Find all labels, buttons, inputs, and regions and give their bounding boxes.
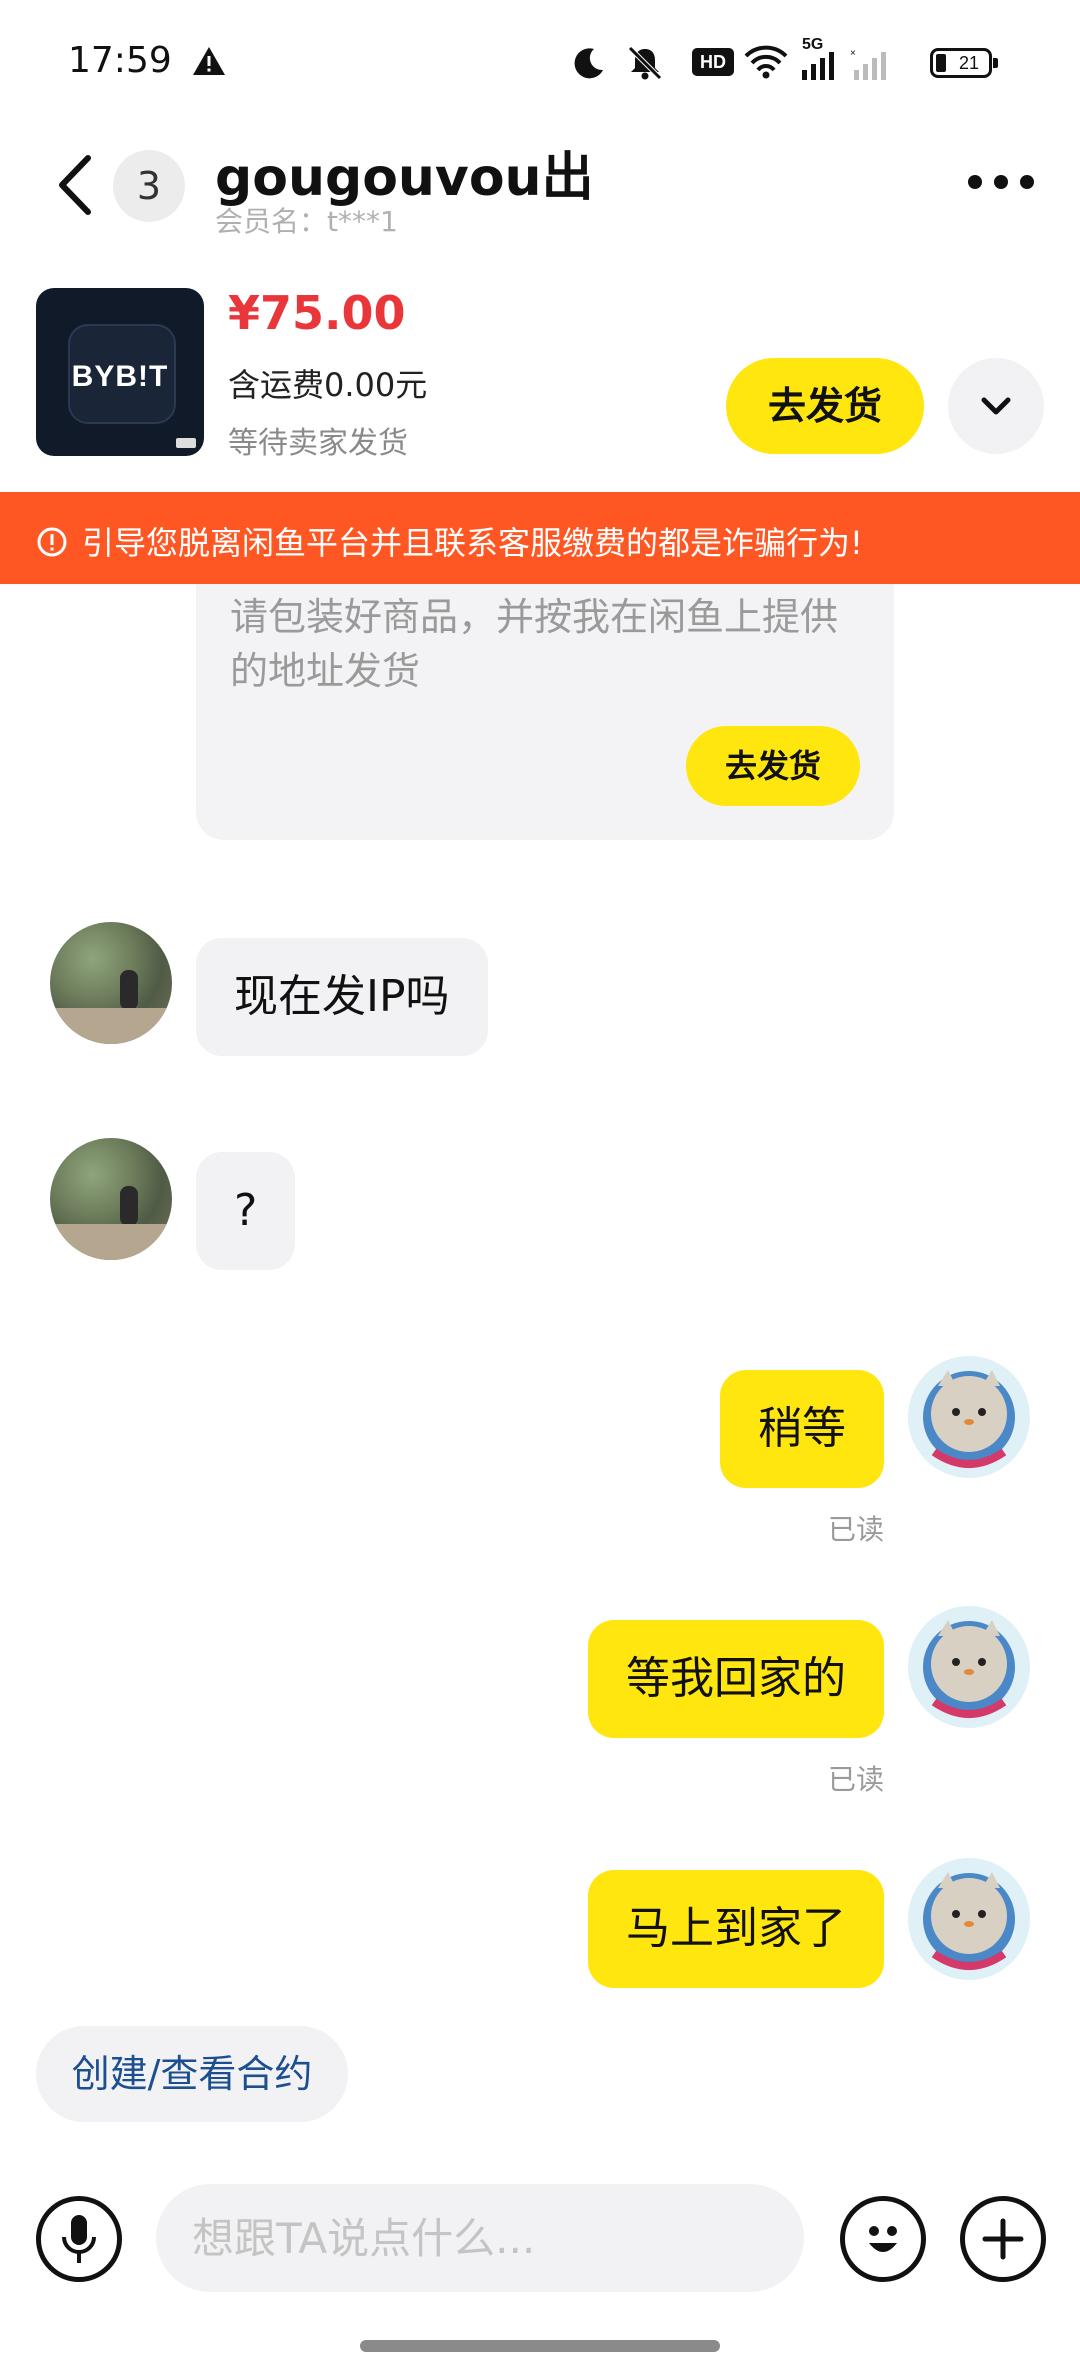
shipping-fee: 含运费0.00元 xyxy=(228,366,428,404)
chevron-down-icon xyxy=(981,397,1011,415)
system-card-text: 请包装好商品，并按我在闲鱼上提供的地址发货 xyxy=(230,595,839,693)
avatar[interactable] xyxy=(908,1858,1030,1980)
cat-avatar-icon xyxy=(923,1620,1015,1718)
card-ship-button[interactable]: 去发货 xyxy=(686,726,860,806)
member-name: 会员名：t***1 xyxy=(215,205,398,238)
svg-text:×: × xyxy=(850,50,856,59)
home-indicator[interactable] xyxy=(360,2340,720,2352)
message-bubble[interactable]: 稍等 xyxy=(720,1370,884,1488)
message-bubble[interactable]: 等我回家的 xyxy=(588,1620,884,1738)
plus-icon xyxy=(982,2218,1024,2260)
signal-icon: × xyxy=(802,50,886,80)
message-bubble[interactable]: 马上到家了 xyxy=(588,1870,884,1988)
avatar[interactable] xyxy=(50,1138,172,1260)
back-button[interactable] xyxy=(50,150,100,220)
moon-icon xyxy=(574,48,603,79)
alert-circle-icon xyxy=(37,527,67,557)
warning-icon xyxy=(193,47,225,75)
emoji-icon xyxy=(869,2226,897,2252)
wifi-icon xyxy=(744,45,788,79)
emoji-button[interactable] xyxy=(840,2196,926,2282)
message-bubble[interactable]: 现在发IP吗 xyxy=(196,938,488,1056)
avatar[interactable] xyxy=(50,922,172,1044)
status-time: 17:59 xyxy=(68,40,172,81)
hd-label: HD xyxy=(700,52,726,72)
plus-button[interactable] xyxy=(960,2196,1046,2282)
mute-bell-icon xyxy=(628,46,662,80)
read-status: 已读 xyxy=(827,1763,884,1796)
ship-button[interactable]: 去发货 xyxy=(726,358,924,454)
unread-count-badge[interactable]: 3 xyxy=(113,150,185,222)
warning-text: 引导您脱离闲鱼平台并且联系客服缴费的都是诈骗行为! xyxy=(82,524,863,562)
chat-title: gougouvou出 xyxy=(215,148,594,208)
read-status: 已读 xyxy=(827,1513,884,1546)
battery-level: 21 xyxy=(958,53,980,73)
cat-avatar-icon xyxy=(923,1872,1015,1970)
hd-icon: HD xyxy=(692,48,734,76)
voice-button[interactable] xyxy=(36,2196,122,2282)
message-input[interactable] xyxy=(156,2184,804,2292)
message-bubble[interactable]: ? xyxy=(196,1152,296,1270)
battery-icon: 21 xyxy=(930,48,998,78)
microphone-icon xyxy=(62,2215,96,2263)
product-price: ¥75.00 xyxy=(228,286,406,340)
product-image[interactable]: BYB!T xyxy=(36,288,204,456)
contract-button[interactable]: 创建/查看合约 xyxy=(36,2026,348,2122)
more-button[interactable] xyxy=(966,168,1036,196)
avatar[interactable] xyxy=(908,1606,1030,1728)
avatar[interactable] xyxy=(908,1356,1030,1478)
product-logo: BYB!T xyxy=(71,360,169,393)
expand-button[interactable] xyxy=(948,358,1044,454)
order-status: 等待卖家发货 xyxy=(228,426,408,461)
cat-avatar-icon xyxy=(923,1370,1015,1468)
